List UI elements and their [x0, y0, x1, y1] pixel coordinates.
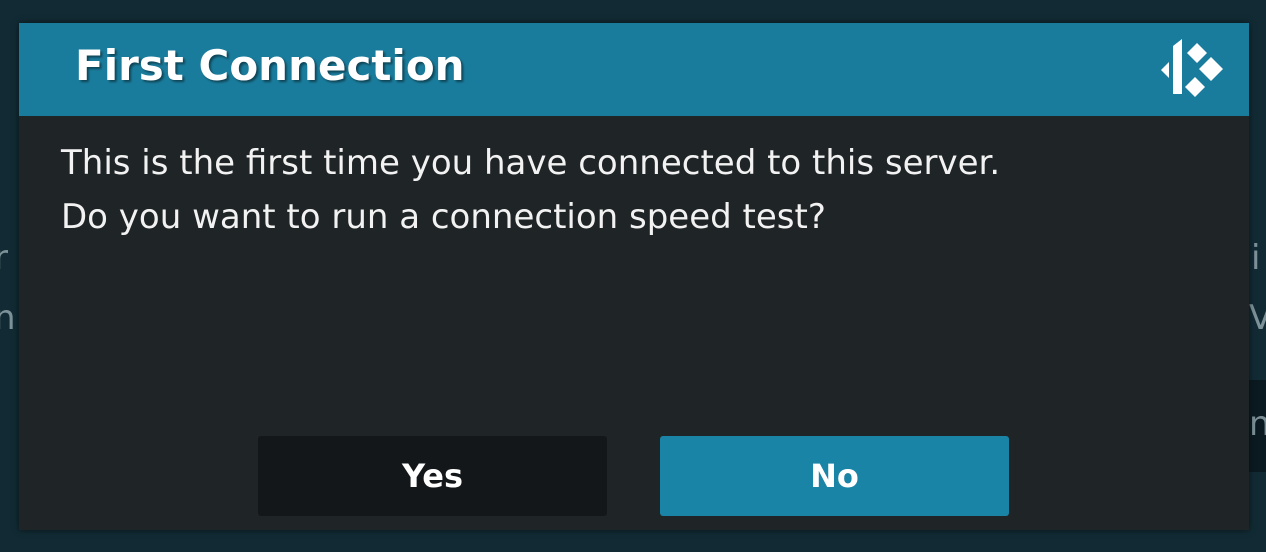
message-line: This is the first time you have connecte…	[61, 143, 1001, 183]
background-text-fragment: r	[0, 238, 8, 278]
dialog-message: This is the first time you have connecte…	[61, 136, 1201, 244]
no-button[interactable]: No	[660, 436, 1009, 516]
kodi-logo-icon	[1161, 39, 1223, 97]
background-text-fragment: n	[1249, 404, 1266, 444]
background-text-fragment: n	[0, 298, 16, 338]
dialog-title: First Connection	[75, 41, 465, 90]
yes-button[interactable]: Yes	[258, 436, 607, 516]
dialog-header: First Connection	[19, 23, 1249, 116]
background-text-fragment: V	[1249, 298, 1266, 338]
first-connection-dialog: First Connection This is the first time …	[19, 23, 1249, 530]
background-text-fragment: i	[1251, 238, 1261, 278]
message-line: Do you want to run a connection speed te…	[61, 197, 826, 237]
